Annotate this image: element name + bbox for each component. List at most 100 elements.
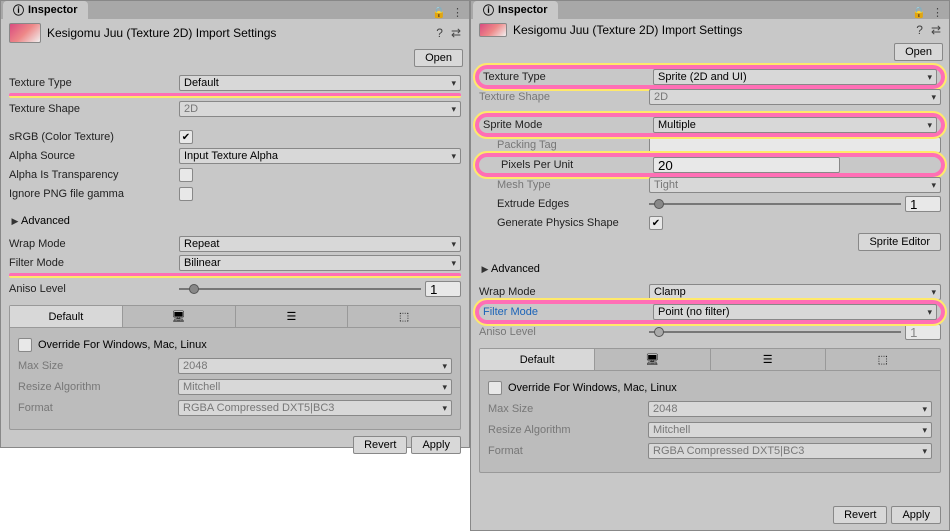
resize-dropdown[interactable]: Mitchell bbox=[178, 379, 452, 395]
texture-shape-dropdown[interactable]: 2D bbox=[179, 101, 461, 117]
asset-header: Kesigomu Juu (Texture 2D) Import Setting… bbox=[1, 19, 469, 47]
wrap-mode-dropdown[interactable]: Clamp bbox=[649, 284, 941, 300]
format-label: Format bbox=[18, 402, 178, 414]
tabbar: Inspector 🔒 ⋮ bbox=[471, 1, 949, 19]
asset-title: Kesigomu Juu (Texture 2D) Import Setting… bbox=[47, 26, 276, 40]
extrude-edges-slider[interactable] bbox=[649, 197, 901, 211]
monitor-icon: 🖥 bbox=[645, 353, 659, 366]
sprite-mode-dropdown[interactable]: Multiple bbox=[653, 117, 937, 133]
gen-physics-checkbox[interactable]: ✔ bbox=[649, 216, 663, 230]
mesh-type-label: Mesh Type bbox=[479, 179, 649, 191]
format-dropdown[interactable]: RGBA Compressed DXT5|BC3 bbox=[648, 443, 932, 459]
help-icon[interactable]: ? bbox=[436, 26, 443, 40]
filter-mode-dropdown[interactable]: Point (no filter) bbox=[653, 304, 937, 320]
menu-icon[interactable]: ⋮ bbox=[932, 6, 943, 19]
platform-tab-standalone[interactable]: 🖥 bbox=[123, 306, 236, 327]
inspector-panel-right: Inspector 🔒 ⋮ Kesigomu Juu (Texture 2D) … bbox=[470, 0, 950, 531]
filter-mode-dropdown[interactable]: Bilinear bbox=[179, 255, 461, 271]
aniso-level-slider[interactable] bbox=[179, 282, 421, 296]
inspector-tab-label: Inspector bbox=[28, 4, 78, 16]
packing-tag-label: Packing Tag bbox=[479, 139, 649, 151]
revert-button[interactable]: Revert bbox=[353, 436, 407, 454]
texture-shape-label: Texture Shape bbox=[479, 91, 649, 103]
texture-type-dropdown[interactable]: Sprite (2D and UI) bbox=[653, 69, 937, 85]
platform-tab-server[interactable]: ☰ bbox=[711, 349, 826, 370]
texture-type-label: Texture Type bbox=[483, 71, 653, 83]
aniso-level-slider[interactable] bbox=[649, 325, 901, 339]
inspector-tab[interactable]: Inspector bbox=[473, 1, 558, 19]
override-checkbox[interactable] bbox=[18, 338, 32, 352]
resize-dropdown[interactable]: Mitchell bbox=[648, 422, 932, 438]
platform-tab-other[interactable]: ⬚ bbox=[826, 349, 940, 370]
highlight-underline bbox=[9, 273, 461, 278]
platform-tab-other[interactable]: ⬚ bbox=[348, 306, 460, 327]
asset-thumbnail bbox=[479, 23, 507, 37]
highlight-sprite-mode: Sprite Mode Multiple bbox=[475, 113, 945, 137]
info-icon bbox=[483, 2, 494, 18]
ignore-png-gamma-checkbox[interactable] bbox=[179, 187, 193, 201]
resize-label: Resize Algorithm bbox=[18, 381, 178, 393]
platform-settings: Default 🖥 ☰ ⬚ Override For Windows, Mac,… bbox=[9, 305, 461, 430]
preset-icon[interactable]: ⇄ bbox=[931, 23, 941, 37]
srgb-label: sRGB (Color Texture) bbox=[9, 131, 179, 143]
inspector-tab[interactable]: Inspector bbox=[3, 1, 88, 19]
aniso-level-field[interactable] bbox=[905, 324, 941, 340]
platform-tab-server[interactable]: ☰ bbox=[236, 306, 349, 327]
revert-button[interactable]: Revert bbox=[833, 506, 887, 524]
resize-label: Resize Algorithm bbox=[488, 424, 648, 436]
sprite-mode-label: Sprite Mode bbox=[483, 119, 653, 131]
open-button[interactable]: Open bbox=[414, 49, 463, 67]
aniso-level-label: Aniso Level bbox=[479, 326, 649, 338]
asset-header: Kesigomu Juu (Texture 2D) Import Setting… bbox=[471, 19, 949, 41]
texture-type-dropdown[interactable]: Default bbox=[179, 75, 461, 91]
maxsize-dropdown[interactable]: 2048 bbox=[178, 358, 452, 374]
override-label: Override For Windows, Mac, Linux bbox=[38, 339, 207, 351]
maxsize-dropdown[interactable]: 2048 bbox=[648, 401, 932, 417]
filter-mode-label: Filter Mode bbox=[483, 306, 653, 318]
wrap-mode-label: Wrap Mode bbox=[479, 286, 649, 298]
format-dropdown[interactable]: RGBA Compressed DXT5|BC3 bbox=[178, 400, 452, 416]
apply-button[interactable]: Apply bbox=[411, 436, 461, 454]
advanced-foldout[interactable]: ▶ Advanced bbox=[9, 212, 461, 230]
import-settings: Texture Type Sprite (2D and UI) Texture … bbox=[471, 67, 949, 342]
aniso-level-label: Aniso Level bbox=[9, 283, 179, 295]
advanced-foldout[interactable]: ▶ Advanced bbox=[479, 260, 941, 278]
advanced-label: Advanced bbox=[21, 215, 70, 227]
aniso-level-field[interactable] bbox=[425, 281, 461, 297]
override-label: Override For Windows, Mac, Linux bbox=[508, 382, 677, 394]
menu-icon[interactable]: ⋮ bbox=[452, 6, 463, 19]
tabbar: Inspector 🔒 ⋮ bbox=[1, 1, 469, 19]
sprite-editor-button[interactable]: Sprite Editor bbox=[858, 233, 941, 251]
asset-thumbnail bbox=[9, 23, 41, 43]
filter-mode-label: Filter Mode bbox=[9, 257, 179, 269]
srgb-checkbox[interactable]: ✔ bbox=[179, 130, 193, 144]
info-icon bbox=[13, 2, 24, 18]
texture-shape-dropdown[interactable]: 2D bbox=[649, 89, 941, 105]
apply-button[interactable]: Apply bbox=[891, 506, 941, 524]
highlight-ppu: Pixels Per Unit bbox=[475, 153, 945, 177]
lock-icon[interactable]: 🔒 bbox=[912, 6, 926, 19]
foldout-arrow-icon: ▶ bbox=[479, 264, 491, 275]
foldout-arrow-icon: ▶ bbox=[9, 216, 21, 227]
wrap-mode-dropdown[interactable]: Repeat bbox=[179, 236, 461, 252]
preset-icon[interactable]: ⇄ bbox=[451, 26, 461, 40]
lock-icon[interactable]: 🔒 bbox=[432, 6, 446, 19]
open-button[interactable]: Open bbox=[894, 43, 943, 61]
platform-tab-default[interactable]: Default bbox=[480, 349, 595, 370]
box-icon: ⬚ bbox=[878, 353, 888, 366]
server-icon: ☰ bbox=[286, 310, 296, 323]
alpha-is-transparency-checkbox[interactable] bbox=[179, 168, 193, 182]
packing-tag-field[interactable] bbox=[649, 137, 941, 153]
ppu-label: Pixels Per Unit bbox=[483, 159, 653, 171]
platform-tab-default[interactable]: Default bbox=[10, 306, 123, 327]
mesh-type-dropdown[interactable]: Tight bbox=[649, 177, 941, 193]
platform-tab-standalone[interactable]: 🖥 bbox=[595, 349, 710, 370]
override-checkbox[interactable] bbox=[488, 381, 502, 395]
ppu-field[interactable] bbox=[653, 157, 840, 173]
alpha-source-dropdown[interactable]: Input Texture Alpha bbox=[179, 148, 461, 164]
help-icon[interactable]: ? bbox=[916, 23, 923, 37]
texture-type-label: Texture Type bbox=[9, 77, 179, 89]
box-icon: ⬚ bbox=[399, 310, 409, 323]
platform-tabs: Default 🖥 ☰ ⬚ bbox=[10, 306, 460, 328]
extrude-edges-field[interactable] bbox=[905, 196, 941, 212]
